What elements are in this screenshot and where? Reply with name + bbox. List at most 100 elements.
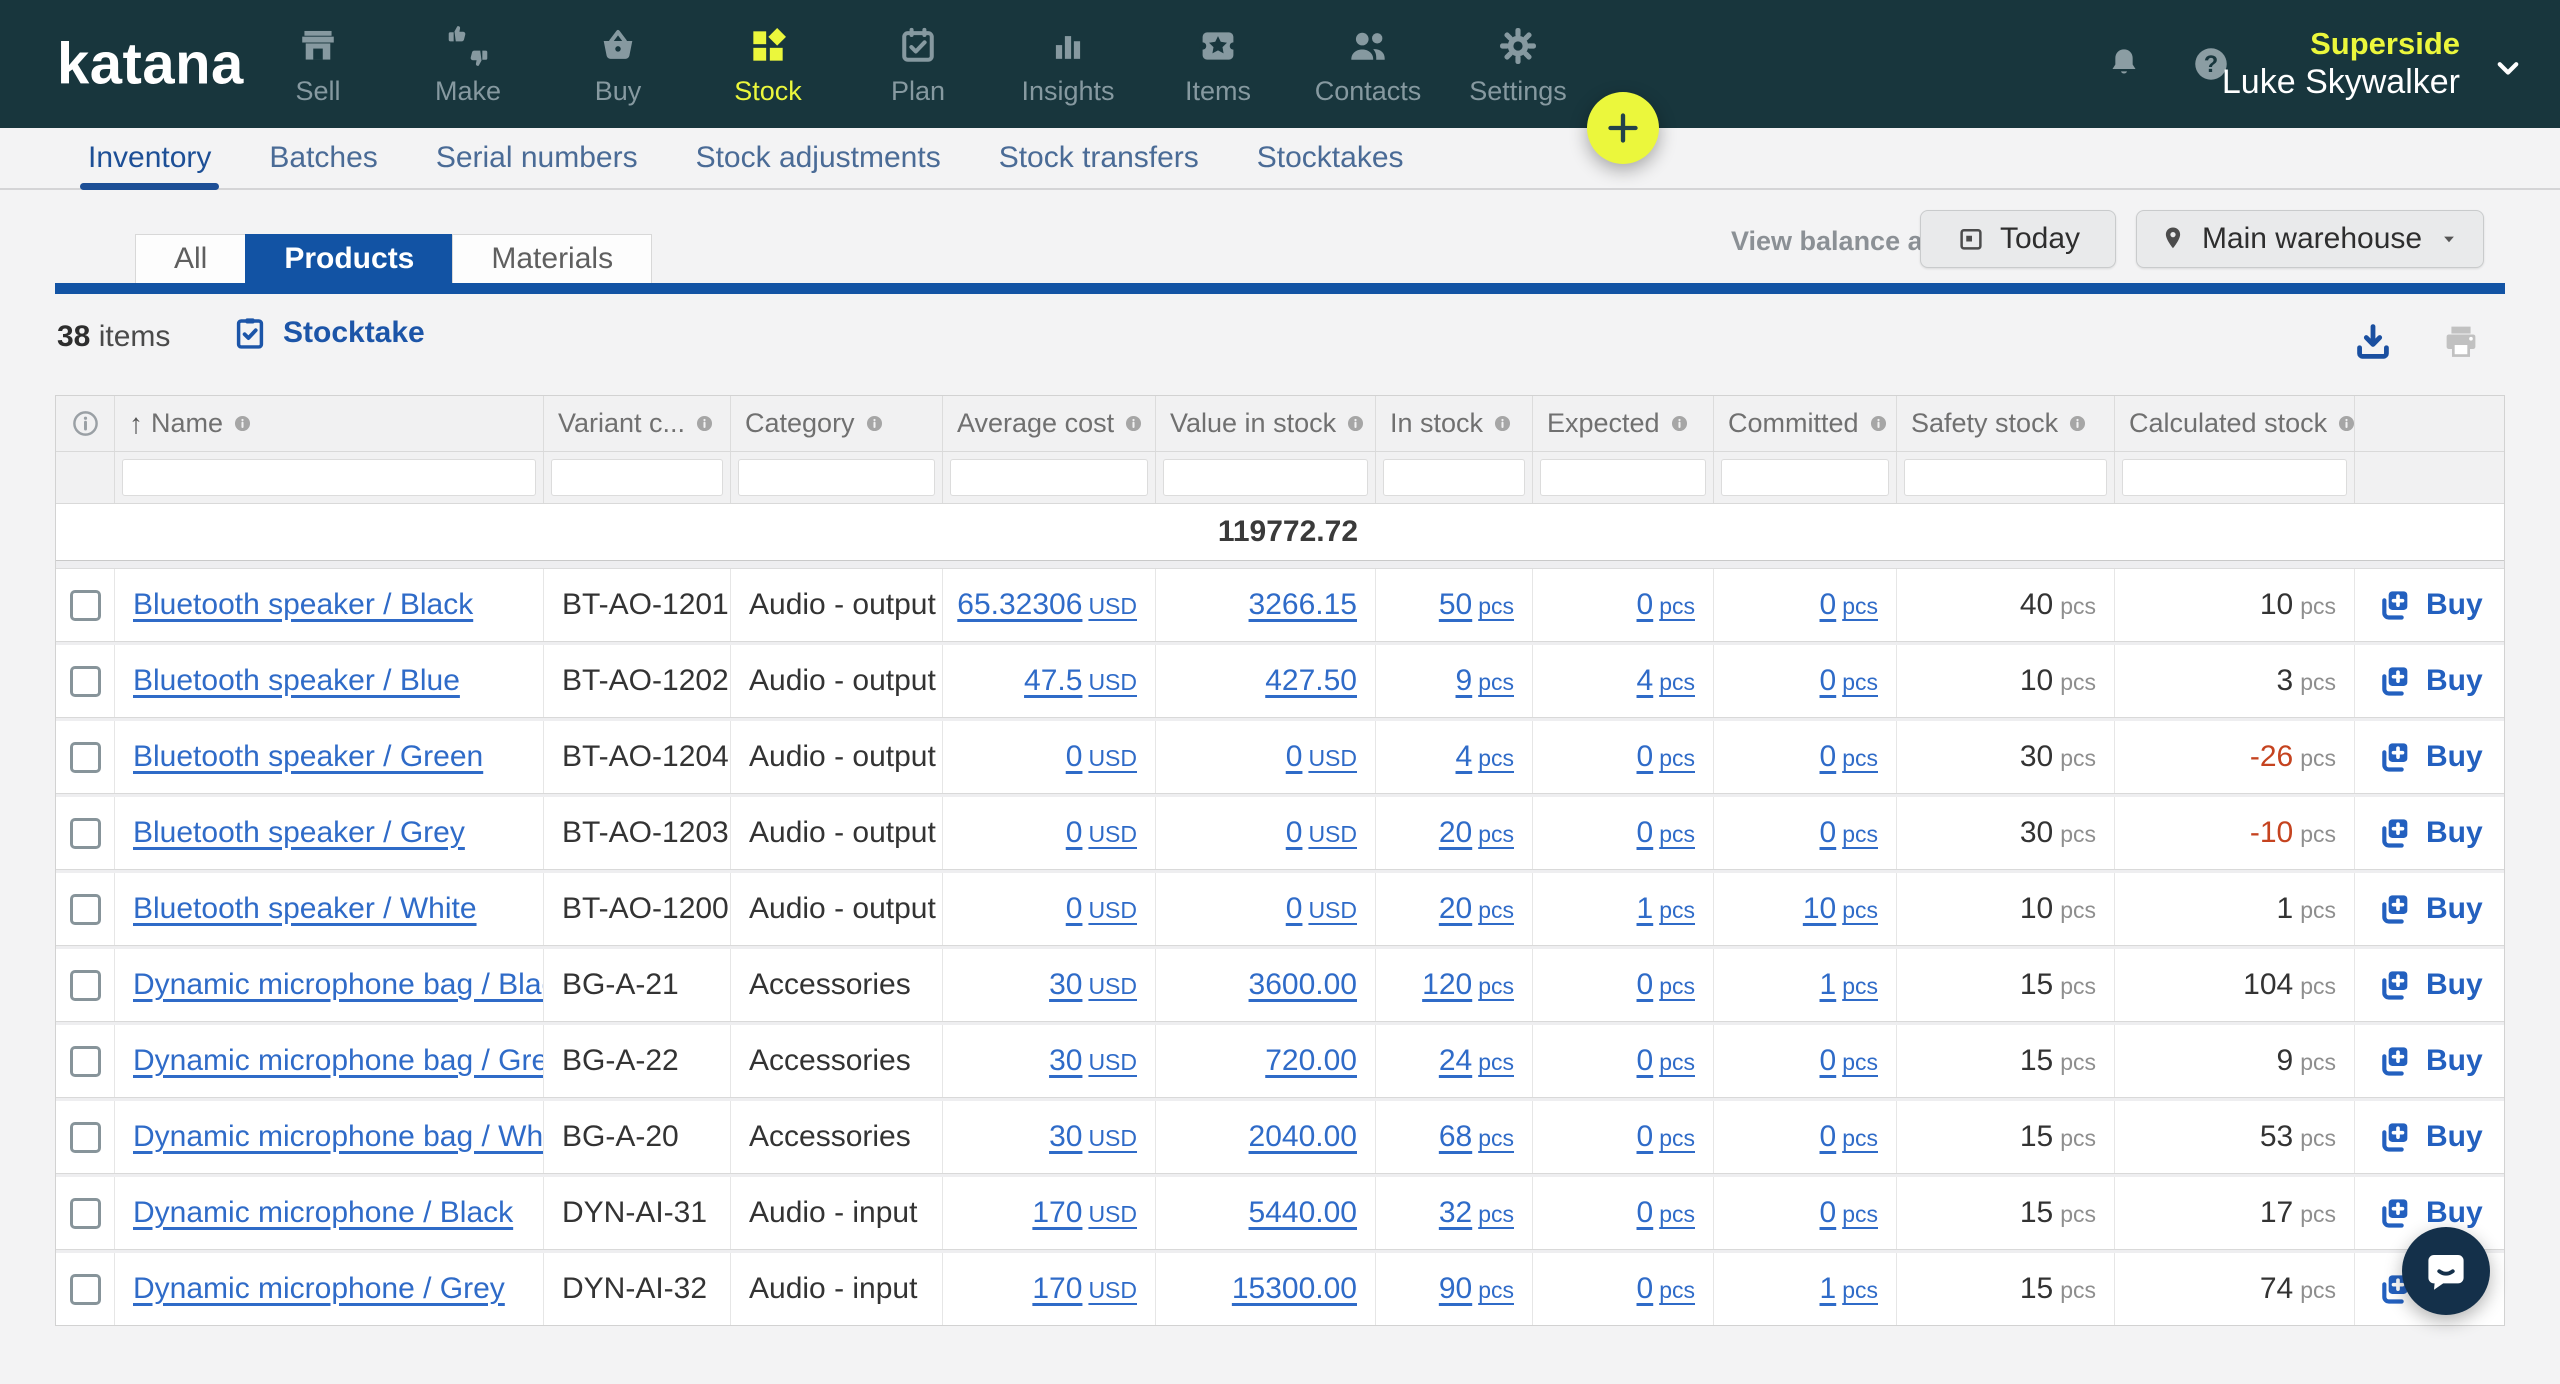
filter-input-safety_stock[interactable]	[1904, 459, 2107, 496]
buy-button[interactable]: Buy	[2373, 1041, 2483, 1081]
in-stock-link[interactable]: 4pcs	[1456, 740, 1514, 774]
column-header-committed[interactable]: Committed	[1714, 396, 1897, 451]
committed-link[interactable]: 0pcs	[1820, 588, 1878, 622]
average-cost-link[interactable]: 170USD	[1032, 1272, 1137, 1306]
in-stock-link[interactable]: 50pcs	[1439, 588, 1514, 622]
product-name-link[interactable]: Dynamic microphone bag / Black	[133, 968, 544, 1002]
subnav-item-stocktakes[interactable]: Stocktakes	[1257, 128, 1404, 188]
nav-item-stock[interactable]: Stock	[693, 0, 843, 128]
value-in-stock-link[interactable]: 0USD	[1286, 740, 1357, 774]
info-badge-icon[interactable]	[2068, 414, 2087, 433]
average-cost-link[interactable]: 30USD	[1049, 1044, 1137, 1078]
column-header-safety_stock[interactable]: Safety stock	[1897, 396, 2115, 451]
column-header-name[interactable]: ↑Name	[115, 396, 544, 451]
info-badge-icon[interactable]	[1493, 414, 1512, 433]
in-stock-link[interactable]: 20pcs	[1439, 892, 1514, 926]
committed-link[interactable]: 0pcs	[1820, 1120, 1878, 1154]
average-cost-link[interactable]: 30USD	[1049, 968, 1137, 1002]
average-cost-link[interactable]: 0USD	[1066, 892, 1137, 926]
column-header-in_stock[interactable]: In stock	[1376, 396, 1533, 451]
filter-input-committed[interactable]	[1721, 459, 1889, 496]
info-badge-icon[interactable]	[2337, 414, 2355, 433]
buy-button[interactable]: Buy	[2373, 813, 2483, 853]
committed-link[interactable]: 0pcs	[1820, 1196, 1878, 1230]
buy-button[interactable]: Buy	[2373, 1193, 2483, 1233]
buy-button[interactable]: Buy	[2373, 585, 2483, 625]
filter-input-in_stock[interactable]	[1383, 459, 1525, 496]
info-badge-icon[interactable]	[1346, 414, 1365, 433]
tab-products[interactable]: Products	[245, 234, 452, 283]
product-name-link[interactable]: Bluetooth speaker / White	[133, 892, 477, 926]
filter-input-category[interactable]	[738, 459, 935, 496]
product-name-link[interactable]: Bluetooth speaker / Green	[133, 740, 483, 774]
expected-link[interactable]: 0pcs	[1637, 1272, 1695, 1306]
in-stock-link[interactable]: 9pcs	[1456, 664, 1514, 698]
column-header-variant_code[interactable]: Variant c...	[544, 396, 731, 451]
filter-input-variant_code[interactable]	[551, 459, 723, 496]
row-checkbox[interactable]	[70, 590, 101, 621]
value-in-stock-link[interactable]: 720.00	[1265, 1044, 1357, 1078]
buy-button[interactable]: Buy	[2373, 1117, 2483, 1157]
column-header-value_in_stock[interactable]: Value in stock	[1156, 396, 1376, 451]
product-name-link[interactable]: Bluetooth speaker / Grey	[133, 816, 465, 850]
filter-input-calculated_stock[interactable]	[2122, 459, 2347, 496]
create-new-button[interactable]	[1587, 92, 1659, 164]
chat-launcher[interactable]	[2402, 1227, 2490, 1315]
column-header-calculated_stock[interactable]: Calculated stock	[2115, 396, 2355, 451]
product-name-link[interactable]: Dynamic microphone bag / Grey	[133, 1044, 544, 1078]
expected-link[interactable]: 0pcs	[1637, 740, 1695, 774]
row-checkbox[interactable]	[70, 1274, 101, 1305]
info-badge-icon[interactable]	[1124, 414, 1143, 433]
in-stock-link[interactable]: 20pcs	[1439, 816, 1514, 850]
expected-link[interactable]: 4pcs	[1637, 664, 1695, 698]
buy-button[interactable]: Buy	[2373, 889, 2483, 929]
expected-link[interactable]: 0pcs	[1637, 1120, 1695, 1154]
product-name-link[interactable]: Bluetooth speaker / Blue	[133, 664, 460, 698]
column-header-expected[interactable]: Expected	[1533, 396, 1714, 451]
committed-link[interactable]: 1pcs	[1820, 968, 1878, 1002]
row-checkbox[interactable]	[70, 666, 101, 697]
warehouse-select-button[interactable]: Main warehouse	[2136, 210, 2484, 268]
subnav-item-stock-transfers[interactable]: Stock transfers	[999, 128, 1199, 188]
in-stock-link[interactable]: 24pcs	[1439, 1044, 1514, 1078]
row-checkbox[interactable]	[70, 818, 101, 849]
average-cost-link[interactable]: 0USD	[1066, 740, 1137, 774]
value-in-stock-link[interactable]: 15300.00	[1232, 1272, 1357, 1306]
chevron-down-icon[interactable]	[2490, 50, 2526, 86]
committed-link[interactable]: 0pcs	[1820, 1044, 1878, 1078]
value-in-stock-link[interactable]: 2040.00	[1249, 1120, 1357, 1154]
nav-item-items[interactable]: Items	[1143, 0, 1293, 128]
tab-materials[interactable]: Materials	[452, 234, 652, 283]
value-in-stock-link[interactable]: 0USD	[1286, 892, 1357, 926]
product-name-link[interactable]: Dynamic microphone / Grey	[133, 1272, 505, 1306]
row-checkbox[interactable]	[70, 1198, 101, 1229]
download-icon[interactable]	[2350, 318, 2396, 364]
subnav-item-stock-adjustments[interactable]: Stock adjustments	[696, 128, 941, 188]
average-cost-link[interactable]: 65.32306USD	[957, 588, 1137, 622]
committed-link[interactable]: 1pcs	[1820, 1272, 1878, 1306]
info-badge-icon[interactable]	[1670, 414, 1689, 433]
filter-input-name[interactable]	[122, 459, 536, 496]
in-stock-link[interactable]: 68pcs	[1439, 1120, 1514, 1154]
committed-link[interactable]: 0pcs	[1820, 740, 1878, 774]
tab-all[interactable]: All	[135, 234, 245, 283]
info-badge-icon[interactable]	[865, 414, 884, 433]
product-name-link[interactable]: Dynamic microphone / Black	[133, 1196, 513, 1230]
value-in-stock-link[interactable]: 427.50	[1265, 664, 1357, 698]
expected-link[interactable]: 1pcs	[1637, 892, 1695, 926]
expected-link[interactable]: 0pcs	[1637, 588, 1695, 622]
column-header-average_cost[interactable]: Average cost	[943, 396, 1156, 451]
stocktake-button[interactable]: Stocktake	[231, 314, 425, 352]
info-badge-icon[interactable]	[1869, 414, 1888, 433]
notifications-bell-icon[interactable]	[2104, 44, 2144, 84]
committed-link[interactable]: 0pcs	[1820, 664, 1878, 698]
row-checkbox[interactable]	[70, 1122, 101, 1153]
value-in-stock-link[interactable]: 5440.00	[1249, 1196, 1357, 1230]
nav-item-make[interactable]: Make	[393, 0, 543, 128]
in-stock-link[interactable]: 120pcs	[1422, 968, 1514, 1002]
average-cost-link[interactable]: 170USD	[1032, 1196, 1137, 1230]
row-checkbox[interactable]	[70, 894, 101, 925]
balance-date-button[interactable]: Today	[1920, 210, 2116, 268]
value-in-stock-link[interactable]: 3266.15	[1249, 588, 1357, 622]
value-in-stock-link[interactable]: 0USD	[1286, 816, 1357, 850]
